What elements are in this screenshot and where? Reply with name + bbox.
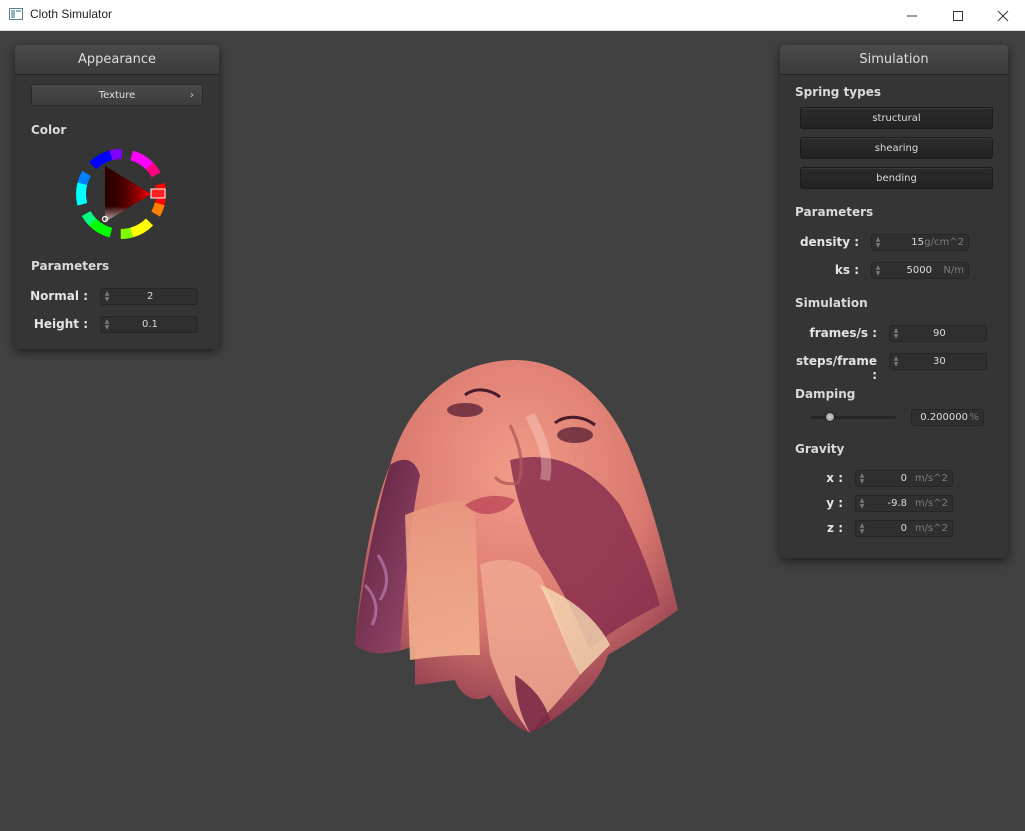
height-value: 0.1 bbox=[142, 319, 158, 330]
spinner-icon[interactable]: ▲ ▼ bbox=[893, 328, 899, 340]
gravity-y-input[interactable]: ▲ ▼ -9.8 m/s^2 bbox=[855, 495, 953, 512]
gravity-y-value: -9.8 bbox=[887, 498, 907, 509]
spinner-icon[interactable]: ▲ ▼ bbox=[104, 291, 110, 303]
simulation-panel: Simulation Spring types structural shear… bbox=[780, 45, 1008, 558]
chevron-right-icon: › bbox=[190, 90, 194, 101]
height-input[interactable]: ▲ ▼ 0.1 bbox=[100, 316, 198, 333]
density-input[interactable]: ▲ ▼ 15 g/cm^2 bbox=[871, 234, 969, 251]
bending-toggle-button[interactable]: bending bbox=[800, 167, 993, 189]
simulation-parameters-label: Parameters bbox=[795, 205, 874, 219]
damping-label: Damping bbox=[795, 387, 856, 401]
gravity-z-input[interactable]: ▲ ▼ 0 m/s^2 bbox=[855, 520, 953, 537]
appearance-panel-title: Appearance bbox=[15, 45, 219, 75]
density-value: 15 bbox=[911, 237, 924, 248]
height-label: Height : bbox=[33, 317, 88, 331]
cloth-render-viewport[interactable] bbox=[350, 355, 685, 740]
shearing-toggle-button[interactable]: shearing bbox=[800, 137, 993, 159]
damping-slider-knob[interactable] bbox=[825, 412, 835, 422]
cloth-fold-1 bbox=[405, 500, 480, 660]
structural-toggle-button[interactable]: structural bbox=[800, 107, 993, 129]
damping-input[interactable]: 0.200000 % bbox=[911, 409, 984, 426]
cloth-eye-left bbox=[447, 403, 483, 417]
color-wheel[interactable] bbox=[73, 146, 169, 242]
gravity-z-value: 0 bbox=[900, 523, 907, 534]
spinner-icon[interactable]: ▲ ▼ bbox=[859, 473, 865, 485]
frames-per-s-input[interactable]: ▲ ▼ 90 bbox=[889, 325, 987, 342]
window-title: Cloth Simulator bbox=[30, 7, 113, 21]
app-icon bbox=[9, 8, 23, 20]
damping-unit: % bbox=[969, 412, 979, 423]
gravity-x-input[interactable]: ▲ ▼ 0 m/s^2 bbox=[855, 470, 953, 487]
gravity-z-label: z : bbox=[827, 521, 843, 535]
texture-popup-button[interactable]: Texture › bbox=[31, 84, 203, 106]
gravity-x-value: 0 bbox=[900, 473, 907, 484]
color-section-label: Color bbox=[31, 123, 67, 137]
ks-unit: N/m bbox=[943, 265, 964, 276]
frames-per-s-label: frames/s : bbox=[809, 326, 877, 340]
spinner-icon[interactable]: ▲ ▼ bbox=[875, 237, 881, 249]
gravity-z-unit: m/s^2 bbox=[914, 523, 948, 534]
simulation-section-label: Simulation bbox=[795, 296, 868, 310]
damping-value: 0.200000 bbox=[920, 412, 968, 423]
steps-per-frame-input[interactable]: ▲ ▼ 30 bbox=[889, 353, 987, 370]
gravity-x-label: x : bbox=[826, 471, 843, 485]
spring-types-label: Spring types bbox=[795, 85, 882, 99]
spinner-icon[interactable]: ▲ ▼ bbox=[875, 265, 881, 277]
spinner-icon[interactable]: ▲ ▼ bbox=[104, 319, 110, 331]
gravity-y-label: y : bbox=[826, 496, 843, 510]
normal-label: Normal : bbox=[30, 289, 88, 303]
steps-per-frame-value: 30 bbox=[933, 356, 946, 367]
density-label: density : bbox=[799, 235, 859, 249]
appearance-parameters-label: Parameters bbox=[31, 259, 110, 273]
close-button[interactable] bbox=[979, 0, 1025, 30]
ks-label: ks : bbox=[834, 263, 859, 277]
damping-slider-track bbox=[810, 416, 896, 419]
close-icon bbox=[997, 10, 1009, 22]
appearance-panel: Appearance Texture › Color Parameters No… bbox=[15, 45, 219, 349]
damping-slider[interactable] bbox=[810, 411, 896, 423]
simulation-panel-title: Simulation bbox=[780, 45, 1008, 75]
maximize-icon bbox=[953, 11, 963, 21]
texture-button-label: Texture bbox=[98, 90, 136, 101]
hue-marker[interactable] bbox=[150, 188, 166, 199]
spinner-icon[interactable]: ▲ ▼ bbox=[859, 498, 865, 510]
steps-per-frame-label: steps/frame : bbox=[795, 354, 877, 382]
maximize-button[interactable] bbox=[934, 0, 980, 30]
ks-input[interactable]: ▲ ▼ 5000 N/m bbox=[871, 262, 969, 279]
cloth-eye-right bbox=[557, 427, 593, 443]
normal-value: 2 bbox=[147, 291, 154, 302]
ks-value: 5000 bbox=[906, 265, 932, 276]
minimize-icon bbox=[907, 15, 917, 17]
gravity-y-unit: m/s^2 bbox=[914, 498, 948, 509]
window-title-bar: Cloth Simulator bbox=[0, 0, 1025, 31]
gravity-x-unit: m/s^2 bbox=[914, 473, 948, 484]
density-unit: g/cm^2 bbox=[924, 237, 964, 248]
gravity-label: Gravity bbox=[795, 442, 845, 456]
spinner-icon[interactable]: ▲ ▼ bbox=[893, 356, 899, 368]
normal-input[interactable]: ▲ ▼ 2 bbox=[100, 288, 198, 305]
spinner-icon[interactable]: ▲ ▼ bbox=[859, 523, 865, 535]
frames-per-s-value: 90 bbox=[933, 328, 946, 339]
minimize-button[interactable] bbox=[888, 0, 934, 30]
